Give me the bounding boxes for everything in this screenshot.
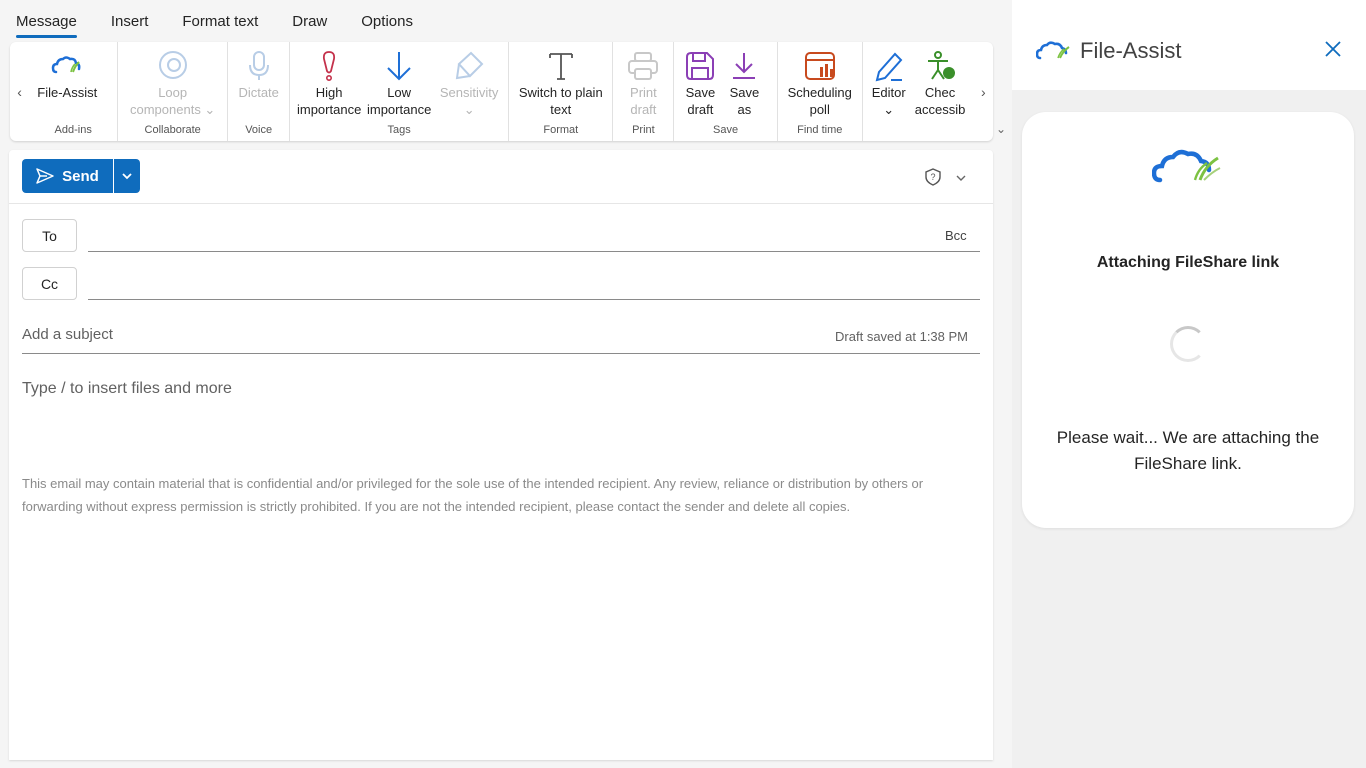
to-field[interactable] [88, 219, 980, 252]
tab-insert[interactable]: Insert [111, 13, 149, 38]
group-print: Print draft Print [613, 42, 675, 141]
file-assist-cloud-logo-icon [1151, 146, 1224, 191]
switch-to-plain-text-button[interactable]: Switch to plain text [515, 46, 607, 123]
file-assist-cloud-icon [49, 48, 85, 84]
status-card: Attaching FileShare link Please wait... … [1022, 112, 1354, 528]
tab-draw[interactable]: Draw [292, 13, 327, 38]
pane-title: File-Assist [1080, 38, 1182, 63]
group-add-ins: File-Assist Add-ins [29, 42, 119, 141]
body-placeholder[interactable]: Type / to insert files and more [22, 380, 232, 398]
high-importance-button[interactable]: High importance [294, 46, 364, 123]
editor-pen-icon [871, 48, 907, 84]
ribbon-toolbar: ‹ File-Assist Add-ins Loop components ⌄ … [10, 42, 993, 141]
group-label-print: Print [632, 124, 655, 136]
to-button[interactable]: To [22, 219, 77, 252]
loop-icon [155, 48, 191, 84]
scheduling-poll-button[interactable]: Scheduling poll [784, 46, 856, 123]
send-button[interactable]: Send [22, 159, 113, 193]
print-draft-button[interactable]: Print draft [621, 46, 665, 123]
group-find-time: Scheduling poll Find time [778, 42, 863, 141]
group-label-format: Format [543, 124, 579, 136]
printer-icon [625, 48, 661, 84]
ribbon-tabs: Message Insert Format text Draw Options [0, 0, 1012, 38]
group-collaborate: Loop components ⌄ Collaborate [118, 42, 229, 141]
file-assist-button[interactable]: File-Assist [33, 46, 101, 123]
group-voice: Dictate Voice [228, 42, 291, 141]
save-draft-button[interactable]: Save draft [678, 46, 722, 123]
check-accessibility-button[interactable]: Chec accessib [911, 46, 970, 123]
sensitivity-button[interactable]: Sensitivity ⌄ [434, 46, 504, 123]
pane-header: File-Assist [1012, 0, 1366, 90]
group-save: Save draft Save as Save [674, 42, 778, 141]
group-label-save: Save [713, 124, 739, 136]
file-assist-logo-icon [1035, 40, 1072, 67]
scheduling-poll-icon [802, 48, 838, 84]
print-draft-label: Print draft [630, 85, 657, 117]
draft-saved-status: Draft saved at 1:38 PM [835, 329, 968, 344]
group-label-find-time: Find time [797, 124, 843, 136]
loop-components-label: Loop components ⌄ [130, 85, 216, 117]
cc-button[interactable]: Cc [22, 267, 77, 300]
save-as-button[interactable]: Save as [722, 46, 766, 123]
low-importance-icon [381, 48, 417, 84]
tab-message[interactable]: Message [16, 13, 77, 38]
high-importance-label: High importance [296, 85, 362, 117]
subject-placeholder: Add a subject [22, 326, 113, 343]
send-icon [36, 168, 54, 184]
tab-format-text[interactable]: Format text [182, 13, 258, 38]
editor-label: Editor ⌄ [871, 85, 906, 117]
scheduling-poll-label: Scheduling poll [787, 85, 852, 117]
cc-field[interactable] [88, 267, 980, 300]
loading-spinner-icon [1170, 326, 1206, 362]
dictate-label: Dictate [238, 85, 279, 100]
file-assist-label: File-Assist [37, 85, 98, 100]
shield-chevron-down-icon[interactable] [955, 170, 967, 188]
group-label-proofing [867, 123, 970, 141]
close-icon[interactable] [1324, 40, 1342, 63]
group-tags: High importance Low importance Sensitivi… [290, 42, 510, 141]
svg-text:?: ? [930, 172, 935, 182]
sensitivity-icon [451, 48, 487, 84]
plain-text-icon [543, 48, 579, 84]
low-importance-label: Low importance [366, 85, 432, 117]
accessibility-icon [922, 48, 958, 84]
group-format: Switch to plain text Format [509, 42, 614, 141]
sensitivity-label: Sensitivity ⌄ [439, 85, 499, 117]
editor-button[interactable]: Editor ⌄ [867, 46, 911, 123]
file-assist-pane: File-Assist Attaching FileShare link Ple… [1012, 0, 1366, 768]
subject-field[interactable]: Add a subject Draft saved at 1:38 PM [22, 326, 980, 354]
loop-components-button[interactable]: Loop components ⌄ [126, 46, 219, 123]
download-icon [726, 48, 762, 84]
group-label-voice: Voice [245, 124, 273, 136]
compose-window: Message Insert Format text Draw Options … [0, 0, 1012, 768]
ribbon-scroll-right-icon[interactable]: › [974, 42, 993, 141]
ribbon-scroll-left-icon[interactable]: ‹ [10, 42, 29, 141]
save-icon [682, 48, 718, 84]
status-title: Attaching FileShare link [1096, 254, 1280, 271]
chevron-down-icon [122, 173, 132, 180]
sensitivity-shield-icon[interactable]: ? [925, 168, 941, 191]
email-disclaimer: This email may contain material that is … [22, 476, 924, 514]
send-toolbar: Send ? [9, 150, 993, 204]
status-message: Please wait... We are attaching the File… [1056, 428, 1320, 473]
save-draft-label: Save draft [685, 85, 716, 117]
compose-form: Send ? To Bcc Cc Add a subject Draft sav… [9, 150, 993, 760]
switch-to-plain-text-label: Switch to plain text [518, 85, 603, 117]
dictate-button[interactable]: Dictate [234, 46, 282, 123]
bcc-link[interactable]: Bcc [945, 228, 967, 243]
check-accessibility-label: Chec accessib [914, 85, 966, 117]
send-options-dropdown[interactable] [114, 159, 140, 193]
save-as-label: Save as [729, 85, 760, 117]
low-importance-button[interactable]: Low importance [364, 46, 434, 123]
group-proofing: Editor ⌄ Chec accessib [863, 42, 974, 141]
group-label-add-ins: Add-ins [54, 124, 92, 136]
group-label-tags: Tags [387, 124, 411, 136]
tab-options[interactable]: Options [361, 13, 413, 38]
group-label-collaborate: Collaborate [144, 124, 201, 136]
high-importance-icon [311, 48, 347, 84]
send-label: Send [62, 167, 99, 185]
ribbon-expand-chevron-icon[interactable]: ⌄ [996, 122, 1006, 136]
microphone-icon [241, 48, 277, 84]
